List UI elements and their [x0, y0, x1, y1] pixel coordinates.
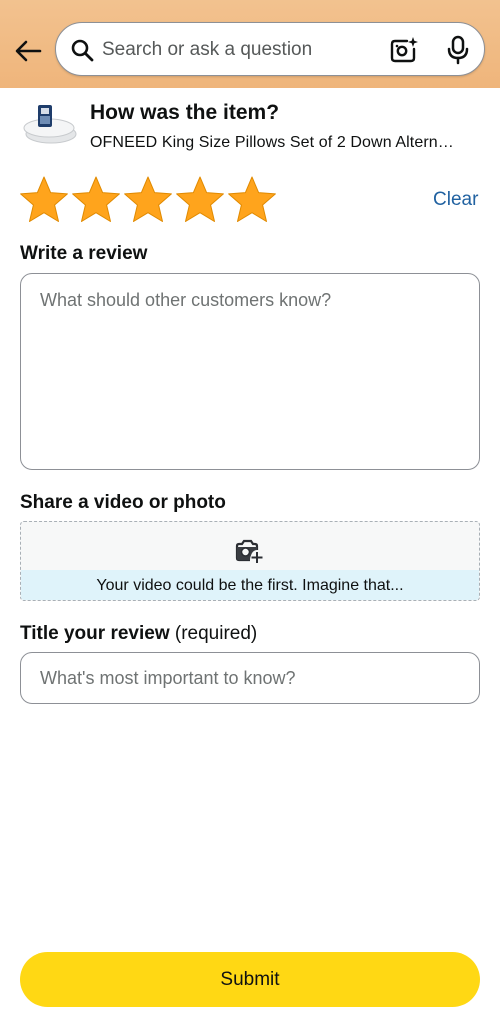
title-review-label: Title your review (required) — [20, 623, 257, 645]
microphone-icon — [447, 35, 469, 65]
star-icon-4[interactable] — [174, 174, 226, 226]
review-title-input[interactable] — [20, 652, 480, 704]
review-textarea[interactable] — [20, 273, 480, 470]
write-review-label: Write a review — [20, 243, 148, 264]
media-banner-text: Your video could be the first. Imagine t… — [21, 570, 479, 600]
header-bar — [0, 0, 500, 88]
title-review-label-text: Title your review — [20, 623, 170, 644]
pillow-product-image — [23, 105, 77, 144]
product-thumbnail — [18, 101, 78, 149]
star-icon-3[interactable] — [122, 174, 174, 226]
arrow-left-icon — [15, 40, 42, 62]
search-icon — [71, 39, 94, 62]
star-rating[interactable] — [18, 174, 278, 226]
back-button[interactable] — [10, 33, 46, 69]
required-indicator: (required) — [174, 623, 258, 644]
clear-rating-link[interactable]: Clear — [433, 189, 478, 211]
camera-search-button[interactable] — [389, 36, 419, 64]
camera-add-icon — [235, 539, 263, 563]
product-name: OFNEED King Size Pillows Set of 2 Down A… — [90, 134, 454, 151]
star-icon-1[interactable] — [18, 174, 70, 226]
media-upload-area[interactable]: Your video could be the first. Imagine t… — [20, 521, 480, 601]
star-icon-5[interactable] — [226, 174, 278, 226]
share-media-label: Share a video or photo — [20, 492, 226, 513]
star-icon-2[interactable] — [70, 174, 122, 226]
camera-sparkle-icon — [390, 37, 418, 63]
voice-search-button[interactable] — [445, 35, 471, 65]
search-input[interactable] — [102, 33, 372, 67]
review-question-heading: How was the item? — [90, 101, 280, 124]
search-bar[interactable] — [55, 22, 485, 76]
submit-button[interactable]: Submit — [20, 952, 480, 1007]
